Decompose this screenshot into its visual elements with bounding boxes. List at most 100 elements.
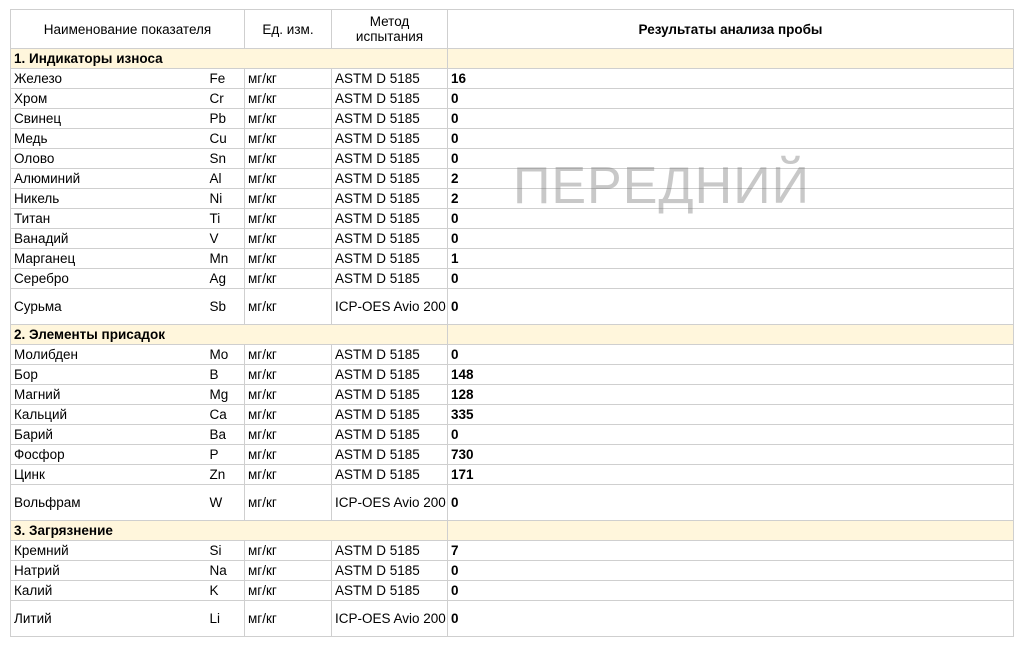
table-row: Молибден Mo мг/кг ASTM D 5185 0 bbox=[10, 344, 1014, 365]
unit-cell: мг/кг bbox=[244, 68, 332, 89]
unit-cell: мг/кг bbox=[244, 128, 332, 149]
element-symbol: Fe bbox=[206, 68, 245, 89]
method-cell: ASTM D 5185 bbox=[331, 268, 448, 289]
table-row: Литий Li мг/кг ICP-OES Avio 200 0 bbox=[10, 600, 1014, 637]
section-result-cell bbox=[447, 324, 1014, 345]
element-name: Титан bbox=[10, 208, 207, 229]
element-symbol: Pb bbox=[206, 108, 245, 129]
method-cell: ASTM D 5185 bbox=[331, 108, 448, 129]
method-cell: ICP-OES Avio 200 bbox=[331, 484, 448, 521]
method-cell: ASTM D 5185 bbox=[331, 248, 448, 269]
element-symbol: Si bbox=[206, 540, 245, 561]
method-cell: ASTM D 5185 bbox=[331, 560, 448, 581]
method-cell: ASTM D 5185 bbox=[331, 188, 448, 209]
method-cell: ASTM D 5185 bbox=[331, 364, 448, 385]
result-value: 1 bbox=[447, 248, 1014, 269]
result-value: 16 bbox=[447, 68, 1014, 89]
table-row: Калий Kмг/кг ASTM D 5185 0 bbox=[10, 580, 1014, 601]
element-symbol: Ba bbox=[206, 424, 245, 445]
unit-cell: мг/кг bbox=[244, 540, 332, 561]
result-value: 0 bbox=[447, 228, 1014, 249]
element-symbol: Cu bbox=[206, 128, 245, 149]
element-name: Фосфор bbox=[10, 444, 207, 465]
table-row: Вольфрам Wмг/кг ICP-OES Avio 200 0 bbox=[10, 484, 1014, 521]
element-symbol: Al bbox=[206, 168, 245, 189]
element-name: Сурьма bbox=[10, 288, 207, 325]
result-value: 0 bbox=[447, 600, 1014, 637]
unit-cell: мг/кг bbox=[244, 464, 332, 485]
element-symbol: K bbox=[206, 580, 245, 601]
result-value: 7 bbox=[447, 540, 1014, 561]
method-cell: ASTM D 5185 bbox=[331, 208, 448, 229]
result-value: 2 bbox=[447, 168, 1014, 189]
result-value: 730 bbox=[447, 444, 1014, 465]
element-name: Свинец bbox=[10, 108, 207, 129]
method-cell: ICP-OES Avio 200 bbox=[331, 288, 448, 325]
result-value: 2 bbox=[447, 188, 1014, 209]
table-row: Кальций Ca мг/кг ASTM D 5185 335 bbox=[10, 404, 1014, 425]
result-value: 0 bbox=[447, 128, 1014, 149]
element-symbol: Ag bbox=[206, 268, 245, 289]
table-header-row: Наименование показателя Ед. изм. Метод и… bbox=[10, 9, 1014, 49]
result-value: 0 bbox=[447, 424, 1014, 445]
table-row: Сурьма Sb мг/кг ICP-OES Avio 200 0 bbox=[10, 288, 1014, 325]
element-symbol: Ca bbox=[206, 404, 245, 425]
results-table: Наименование показателя Ед. изм. Метод и… bbox=[10, 9, 1014, 637]
method-cell: ASTM D 5185 bbox=[331, 128, 448, 149]
unit-cell: мг/кг bbox=[244, 484, 332, 521]
element-name: Олово bbox=[10, 148, 207, 169]
table-row: Титан Ti мг/кг ASTM D 5185 0 bbox=[10, 208, 1014, 229]
unit-cell: мг/кг bbox=[244, 424, 332, 445]
table-row: Свинец Pb мг/кг ASTM D 5185 0 bbox=[10, 108, 1014, 129]
unit-cell: мг/кг bbox=[244, 444, 332, 465]
table-row: Магний Mg мг/кг ASTM D 5185 128 bbox=[10, 384, 1014, 405]
table-row: Хром Cr мг/кг ASTM D 5185 0 bbox=[10, 88, 1014, 109]
table-row: Железо Fe мг/кг ASTM D 5185 16 bbox=[10, 68, 1014, 89]
method-cell: ASTM D 5185 bbox=[331, 444, 448, 465]
unit-cell: мг/кг bbox=[244, 248, 332, 269]
unit-cell: мг/кг bbox=[244, 580, 332, 601]
element-symbol: Sb bbox=[206, 288, 245, 325]
table-row: Кремний Si мг/кг ASTM D 5185 7 bbox=[10, 540, 1014, 561]
method-cell: ICP-OES Avio 200 bbox=[331, 600, 448, 637]
element-symbol: Ni bbox=[206, 188, 245, 209]
unit-cell: мг/кг bbox=[244, 168, 332, 189]
element-symbol: P bbox=[206, 444, 245, 465]
element-symbol: Na bbox=[206, 560, 245, 581]
table-row: Медь Cu мг/кг ASTM D 5185 0 bbox=[10, 128, 1014, 149]
analysis-report: Наименование показателя Ед. изм. Метод и… bbox=[10, 9, 1014, 637]
element-name: Литий bbox=[10, 600, 207, 637]
unit-cell: мг/кг bbox=[244, 384, 332, 405]
method-cell: ASTM D 5185 bbox=[331, 540, 448, 561]
header-name: Наименование показателя bbox=[10, 9, 245, 49]
table-row: Барий Ba мг/кг ASTM D 5185 0 bbox=[10, 424, 1014, 445]
element-name: Марганец bbox=[10, 248, 207, 269]
element-name: Ванадий bbox=[10, 228, 207, 249]
result-value: 171 bbox=[447, 464, 1014, 485]
result-value: 0 bbox=[447, 208, 1014, 229]
unit-cell: мг/кг bbox=[244, 188, 332, 209]
element-name: Железо bbox=[10, 68, 207, 89]
element-name: Кремний bbox=[10, 540, 207, 561]
element-name: Хром bbox=[10, 88, 207, 109]
section-row: 2. Элементы присадок bbox=[10, 324, 1014, 345]
result-value: 0 bbox=[447, 288, 1014, 325]
section-title: 2. Элементы присадок bbox=[10, 324, 448, 345]
unit-cell: мг/кг bbox=[244, 208, 332, 229]
element-symbol: Mn bbox=[206, 248, 245, 269]
result-value: 0 bbox=[447, 484, 1014, 521]
header-unit: Ед. изм. bbox=[244, 9, 332, 49]
section-title: 3. Загрязнение bbox=[10, 520, 448, 541]
result-value: 0 bbox=[447, 108, 1014, 129]
element-symbol: Mo bbox=[206, 344, 245, 365]
table-body: 1. Индикаторы износа Железо Fe мг/кг ASTM D … bbox=[10, 48, 1014, 637]
unit-cell: мг/кг bbox=[244, 88, 332, 109]
unit-cell: мг/кг bbox=[244, 404, 332, 425]
element-name: Никель bbox=[10, 188, 207, 209]
result-value: 0 bbox=[447, 344, 1014, 365]
method-cell: ASTM D 5185 bbox=[331, 68, 448, 89]
section-title: 1. Индикаторы износа bbox=[10, 48, 448, 69]
method-cell: ASTM D 5185 bbox=[331, 168, 448, 189]
method-cell: ASTM D 5185 bbox=[331, 344, 448, 365]
element-name: Калий bbox=[10, 580, 207, 601]
